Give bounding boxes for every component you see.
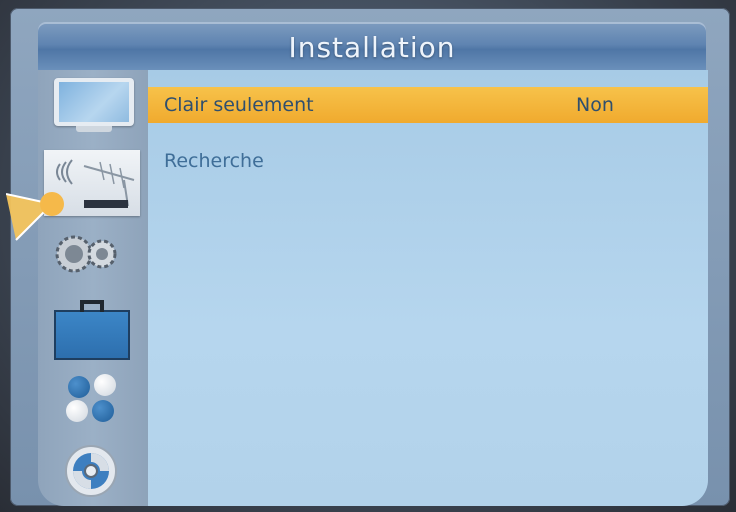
menu-item-recherche[interactable]: Recherche: [148, 143, 708, 179]
screen-background: Installation Clair seulement Non Recherc…: [0, 0, 736, 512]
toolbox-icon: [80, 300, 104, 312]
sidebar-item-tv[interactable]: [54, 78, 134, 134]
sidebar-item-settings[interactable]: [52, 230, 122, 276]
page-title: Installation: [288, 31, 456, 64]
title-bar: Installation: [38, 22, 706, 72]
sidebar: [6, 70, 148, 506]
sidebar-item-games[interactable]: [64, 374, 120, 426]
disc-icon: [65, 445, 117, 497]
menu-panel: Clair seulement Non Recherche: [148, 70, 708, 506]
tv-icon: [54, 78, 134, 126]
menu-item-clair-seulement[interactable]: Clair seulement Non: [148, 87, 708, 123]
menu-item-value: Non: [576, 94, 614, 116]
sidebar-item-tools[interactable]: [54, 300, 130, 360]
gears-icon: [55, 235, 117, 273]
menu-item-label: Clair seulement: [164, 94, 314, 116]
menu-item-label: Recherche: [164, 150, 264, 172]
sidebar-item-media[interactable]: [64, 444, 118, 498]
